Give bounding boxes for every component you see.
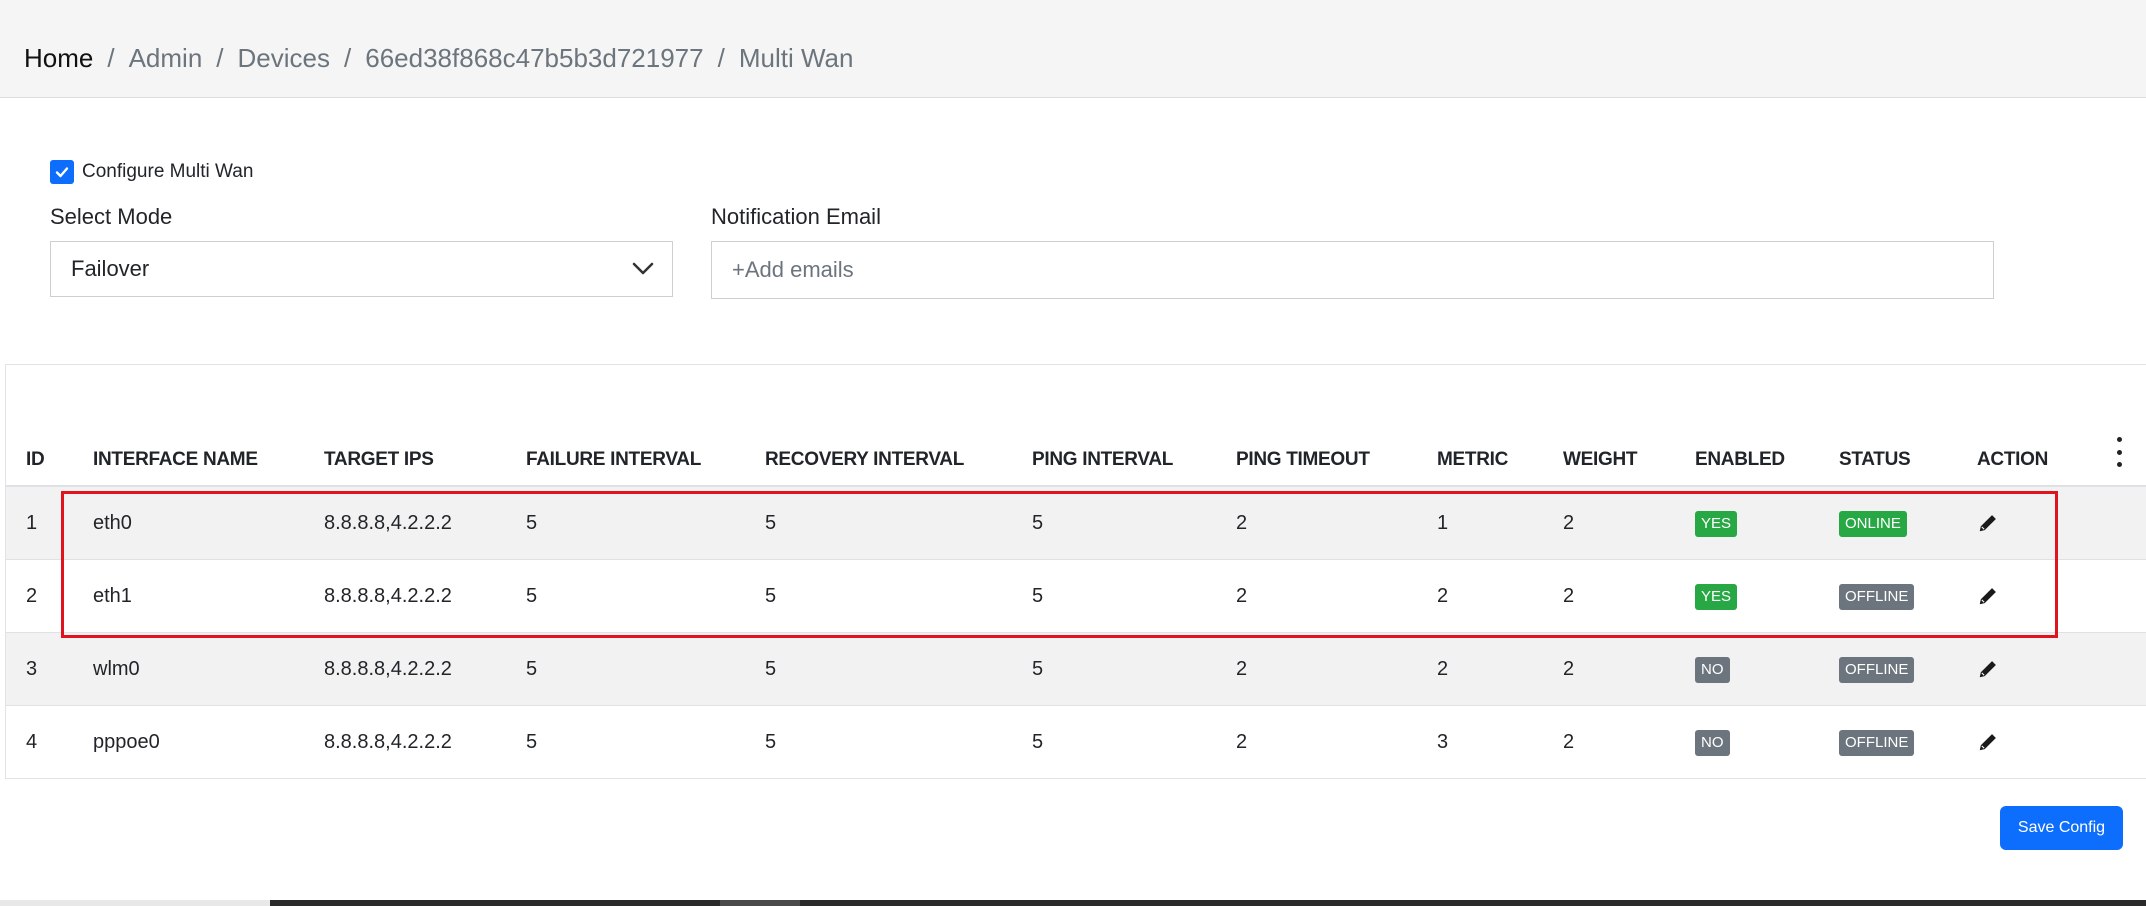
breadcrumb-separator: / xyxy=(216,43,224,73)
cell-metric: 2 xyxy=(1437,658,1449,680)
cell-metric: 3 xyxy=(1437,731,1449,753)
cell-ping-timeout: 2 xyxy=(1236,731,1248,753)
cell-target-ips: 8.8.8.8,4.2.2.2 xyxy=(324,512,452,534)
cell-failure-interval: 5 xyxy=(526,731,538,753)
chevron-down-icon xyxy=(632,262,654,275)
column-header-ping-interval: PING INTERVAL xyxy=(1032,449,1174,470)
column-header-action: ACTION xyxy=(1977,449,2049,470)
status-badge: OFFLINE xyxy=(1839,730,1915,756)
table-row: 3 wlm0 8.8.8.8,4.2.2.2 5 5 5 2 2 2 NO OF… xyxy=(6,633,2146,706)
column-header-metric: METRIC xyxy=(1437,449,1509,470)
enabled-badge: NO xyxy=(1695,730,1730,756)
notification-email-label: Notification Email xyxy=(711,204,881,229)
cell-ping-timeout: 2 xyxy=(1236,658,1248,680)
cell-recovery-interval: 5 xyxy=(765,658,777,680)
cell-ping-interval: 5 xyxy=(1032,585,1044,607)
column-header-failure-interval: FAILURE INTERVAL xyxy=(526,449,702,470)
cell-ping-interval: 5 xyxy=(1032,731,1044,753)
configure-multi-wan-checkbox[interactable] xyxy=(50,160,74,184)
column-header-target-ips: TARGET IPS xyxy=(324,449,434,470)
notification-email-input[interactable] xyxy=(711,241,1994,299)
column-header-ping-timeout: PING TIMEOUT xyxy=(1236,449,1370,470)
breadcrumb-home[interactable]: Home xyxy=(24,40,93,76)
breadcrumb-separator: / xyxy=(717,43,725,73)
cell-failure-interval: 5 xyxy=(526,658,538,680)
cell-failure-interval: 5 xyxy=(526,512,538,534)
top-bar: Home / Admin / Devices / 66ed38f868c47b5… xyxy=(0,0,2146,98)
enabled-badge: YES xyxy=(1695,511,1738,537)
pencil-icon[interactable] xyxy=(1977,512,1999,534)
cell-recovery-interval: 5 xyxy=(765,585,777,607)
cell-recovery-interval: 5 xyxy=(765,731,777,753)
column-header-recovery-interval: RECOVERY INTERVAL xyxy=(765,449,965,470)
cell-weight: 2 xyxy=(1563,731,1575,753)
table-row: 1 eth0 8.8.8.8,4.2.2.2 5 5 5 2 1 2 YES O… xyxy=(6,487,2146,560)
multi-wan-table: ID INTERFACE NAME TARGET IPS FAILURE INT… xyxy=(5,364,2146,779)
kebab-menu-icon[interactable] xyxy=(2114,437,2124,467)
table-row: 4 pppoe0 8.8.8.8,4.2.2.2 5 5 5 2 3 2 NO … xyxy=(6,706,2146,779)
cell-id: 1 xyxy=(26,512,38,534)
checkmark-icon xyxy=(55,167,69,178)
status-badge: OFFLINE xyxy=(1839,584,1915,610)
breadcrumb: Home / Admin / Devices / 66ed38f868c47b5… xyxy=(24,40,853,76)
table-row: 2 eth1 8.8.8.8,4.2.2.2 5 5 5 2 2 2 YES O… xyxy=(6,560,2146,633)
cell-weight: 2 xyxy=(1563,585,1575,607)
pencil-icon[interactable] xyxy=(1977,658,1999,680)
column-header-weight: WEIGHT xyxy=(1563,449,1638,470)
column-header-status: STATUS xyxy=(1839,449,1911,470)
pencil-icon[interactable] xyxy=(1977,585,1999,607)
cell-interface-name: pppoe0 xyxy=(93,731,160,753)
cell-metric: 1 xyxy=(1437,512,1449,534)
breadcrumb-device-id[interactable]: 66ed38f868c47b5b3d721977 xyxy=(365,40,703,76)
cell-id: 3 xyxy=(26,658,38,680)
cell-weight: 2 xyxy=(1563,658,1575,680)
cell-failure-interval: 5 xyxy=(526,585,538,607)
pencil-icon[interactable] xyxy=(1977,731,1999,753)
cell-target-ips: 8.8.8.8,4.2.2.2 xyxy=(324,658,452,680)
save-config-button[interactable]: Save Config xyxy=(2000,806,2123,850)
breadcrumb-devices[interactable]: Devices xyxy=(238,40,330,76)
cell-target-ips: 8.8.8.8,4.2.2.2 xyxy=(324,731,452,753)
status-badge: OFFLINE xyxy=(1839,657,1915,683)
cell-recovery-interval: 5 xyxy=(765,512,777,534)
status-badge: ONLINE xyxy=(1839,511,1907,537)
select-mode-value: Failover xyxy=(71,256,150,281)
breadcrumb-separator: / xyxy=(107,43,115,73)
cell-id: 4 xyxy=(26,731,38,753)
cell-ping-interval: 5 xyxy=(1032,512,1044,534)
cell-ping-timeout: 2 xyxy=(1236,585,1248,607)
cell-interface-name: eth0 xyxy=(93,512,132,534)
breadcrumb-admin[interactable]: Admin xyxy=(129,40,203,76)
cell-interface-name: eth1 xyxy=(93,585,132,607)
enabled-badge: NO xyxy=(1695,657,1730,683)
cell-weight: 2 xyxy=(1563,512,1575,534)
breadcrumb-separator: / xyxy=(344,43,352,73)
breadcrumb-current: Multi Wan xyxy=(738,43,854,73)
cell-id: 2 xyxy=(26,585,38,607)
column-header-id: ID xyxy=(26,449,45,470)
select-mode-dropdown[interactable]: Failover xyxy=(50,241,673,297)
cell-target-ips: 8.8.8.8,4.2.2.2 xyxy=(324,585,452,607)
cell-metric: 2 xyxy=(1437,585,1449,607)
select-mode-label: Select Mode xyxy=(50,204,173,229)
bottom-edge-strip xyxy=(0,900,2146,906)
configure-multi-wan-row: Configure Multi Wan xyxy=(50,160,253,184)
column-header-interface-name: INTERFACE NAME xyxy=(93,449,258,470)
column-header-enabled: ENABLED xyxy=(1695,449,1785,470)
enabled-badge: YES xyxy=(1695,584,1738,610)
cell-ping-interval: 5 xyxy=(1032,658,1044,680)
cell-interface-name: wlm0 xyxy=(93,658,140,680)
cell-ping-timeout: 2 xyxy=(1236,512,1248,534)
configure-multi-wan-label[interactable]: Configure Multi Wan xyxy=(82,161,253,183)
